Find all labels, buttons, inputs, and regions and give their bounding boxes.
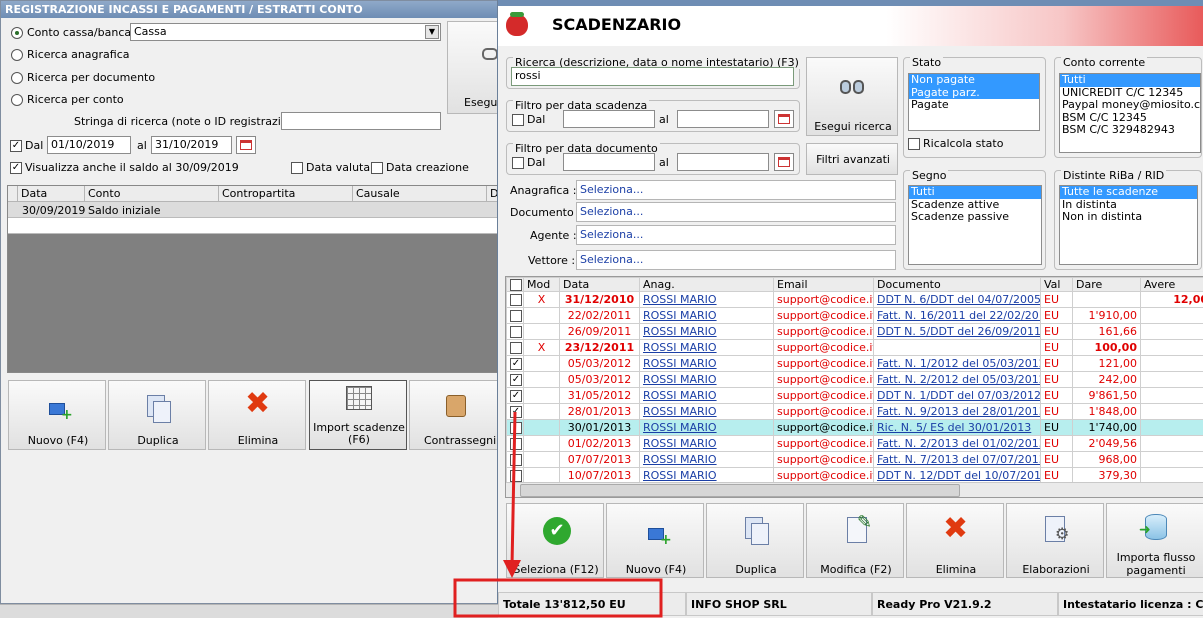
annotation-overlay xyxy=(453,411,663,618)
annotation-arrow-head xyxy=(503,560,521,578)
annotation-arrow-line xyxy=(510,411,517,567)
annotation-highlight-box xyxy=(453,578,663,618)
